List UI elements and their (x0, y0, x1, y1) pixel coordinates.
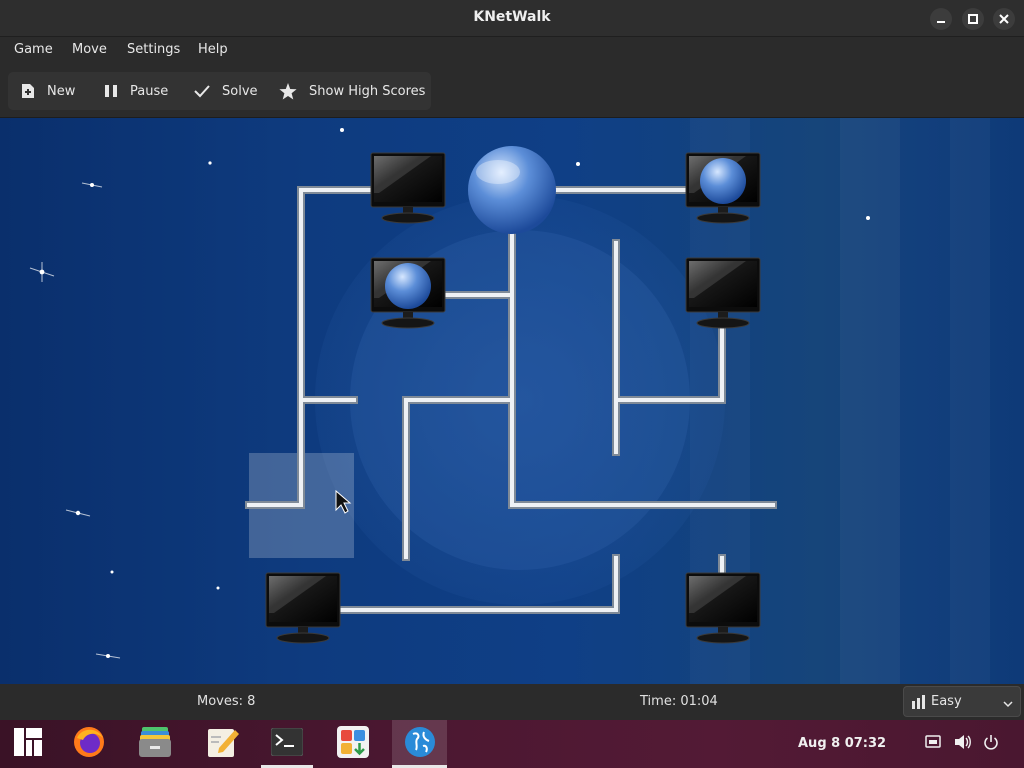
server-globe[interactable] (468, 146, 556, 234)
toolbar: New Pause Solve Show High Scores (0, 65, 1024, 118)
close-icon (999, 14, 1009, 24)
file-cabinet-icon (138, 727, 172, 761)
maximize-button[interactable] (962, 8, 984, 30)
menu-settings[interactable]: Settings (127, 42, 180, 57)
manjaro-logo-icon (14, 728, 42, 760)
star-glints (29, 182, 121, 659)
difficulty-select[interactable]: Easy (903, 686, 1021, 717)
chevron-down-icon (1003, 697, 1013, 712)
menu-bar: Game Move Settings Help (0, 37, 1024, 65)
terminal-icon (270, 727, 304, 760)
clock[interactable]: Aug 8 07:32 (798, 736, 886, 751)
knetwalk-globe-icon (404, 726, 436, 762)
computer-terminal[interactable] (370, 152, 446, 224)
bg-stripe (950, 118, 990, 684)
firefox-icon (73, 726, 105, 762)
menu-move[interactable]: Move (72, 42, 107, 57)
pause-icon (104, 84, 118, 98)
minimize-button[interactable] (930, 8, 952, 30)
computer-terminal[interactable] (265, 572, 341, 644)
title-bar: KNetWalk (0, 0, 1024, 37)
text-editor-button[interactable] (197, 720, 249, 768)
text-editor-icon (207, 726, 239, 762)
moves-counter: Moves: 8 (197, 694, 256, 709)
toolbar-group: New Pause Solve Show High Scores (8, 72, 431, 110)
file-manager-button[interactable] (129, 720, 181, 768)
minimize-icon (937, 21, 945, 23)
board-canvas (29, 118, 990, 684)
start-menu-button[interactable] (2, 720, 54, 768)
time-counter: Time: 01:04 (640, 694, 718, 709)
volume-icon[interactable] (954, 734, 972, 754)
terminal-button[interactable] (261, 720, 313, 768)
menu-game[interactable]: Game (14, 42, 53, 57)
new-document-icon (21, 83, 35, 99)
star-icon (279, 82, 297, 100)
knetwalk-taskbar-button[interactable] (392, 720, 447, 768)
status-bar: Moves: 8 Time: 01:04 (0, 684, 1024, 720)
maximize-icon (968, 14, 978, 24)
network-wired-icon[interactable] (925, 734, 941, 754)
window-title: KNetWalk (473, 9, 551, 25)
pause-button[interactable]: Pause (104, 72, 168, 110)
show-high-scores-button[interactable]: Show High Scores (279, 72, 425, 110)
new-label: New (47, 83, 76, 99)
solve-label: Solve (222, 83, 258, 99)
difficulty-value: Easy (931, 694, 962, 709)
pause-label: Pause (130, 83, 169, 99)
solve-button[interactable]: Solve (194, 72, 258, 110)
firefox-button[interactable] (63, 720, 115, 768)
power-icon[interactable] (983, 734, 999, 754)
game-board[interactable] (0, 118, 1024, 684)
taskbar: Aug 8 07:32 (0, 720, 1024, 768)
new-button[interactable]: New (21, 72, 75, 110)
difficulty-bars-icon (912, 695, 926, 713)
bg-stripe (840, 118, 900, 684)
checkmark-icon (194, 84, 210, 98)
show-high-scores-label: Show High Scores (309, 83, 426, 99)
menu-help[interactable]: Help (198, 42, 228, 57)
software-center-icon (337, 726, 369, 762)
close-button[interactable] (993, 8, 1015, 30)
software-center-button[interactable] (327, 720, 379, 768)
